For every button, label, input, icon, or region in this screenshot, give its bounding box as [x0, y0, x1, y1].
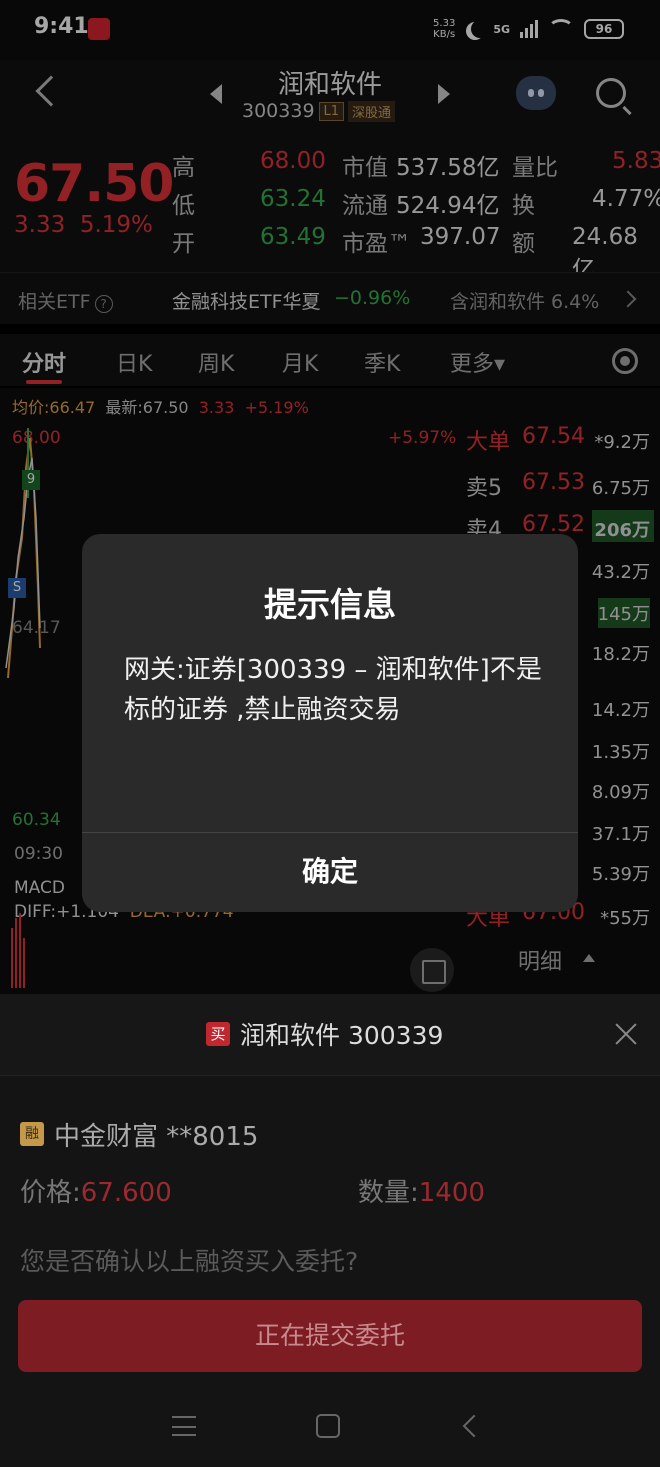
order-price: 价格:67.600	[20, 1178, 172, 1208]
recent-apps-icon[interactable]	[172, 1416, 196, 1436]
alert-dialog: 提示信息 网关:证券[300339 – 润和软件]不是标的证券 ,禁止融资交易 …	[82, 534, 578, 912]
account-name: 中金财富 **8015	[54, 1122, 259, 1152]
ok-button[interactable]: 确定	[82, 833, 578, 912]
order-confirm-sheet: 买 润和软件 300339 融 中金财富 **8015 价格:67.600 数量…	[0, 994, 660, 1394]
home-icon[interactable]	[316, 1414, 340, 1438]
dialog-title: 提示信息	[264, 585, 396, 624]
close-icon[interactable]	[614, 1022, 638, 1046]
margin-tag: 融	[20, 1122, 44, 1146]
confirm-question: 您是否确认以上融资买入委托?	[20, 1247, 359, 1276]
system-nav-bar	[0, 1394, 660, 1467]
dialog-message: 网关:证券[300339 – 润和软件]不是标的证券 ,禁止融资交易	[124, 655, 542, 725]
order-quantity: 数量:1400	[358, 1178, 485, 1208]
nav-back-icon[interactable]	[462, 1414, 486, 1438]
submit-order-button[interactable]: 正在提交委托	[18, 1300, 642, 1372]
buy-tag: 买	[206, 1022, 230, 1046]
sheet-title: 润和软件 300339	[240, 1021, 444, 1050]
sheet-header: 买 润和软件 300339	[0, 994, 660, 1076]
